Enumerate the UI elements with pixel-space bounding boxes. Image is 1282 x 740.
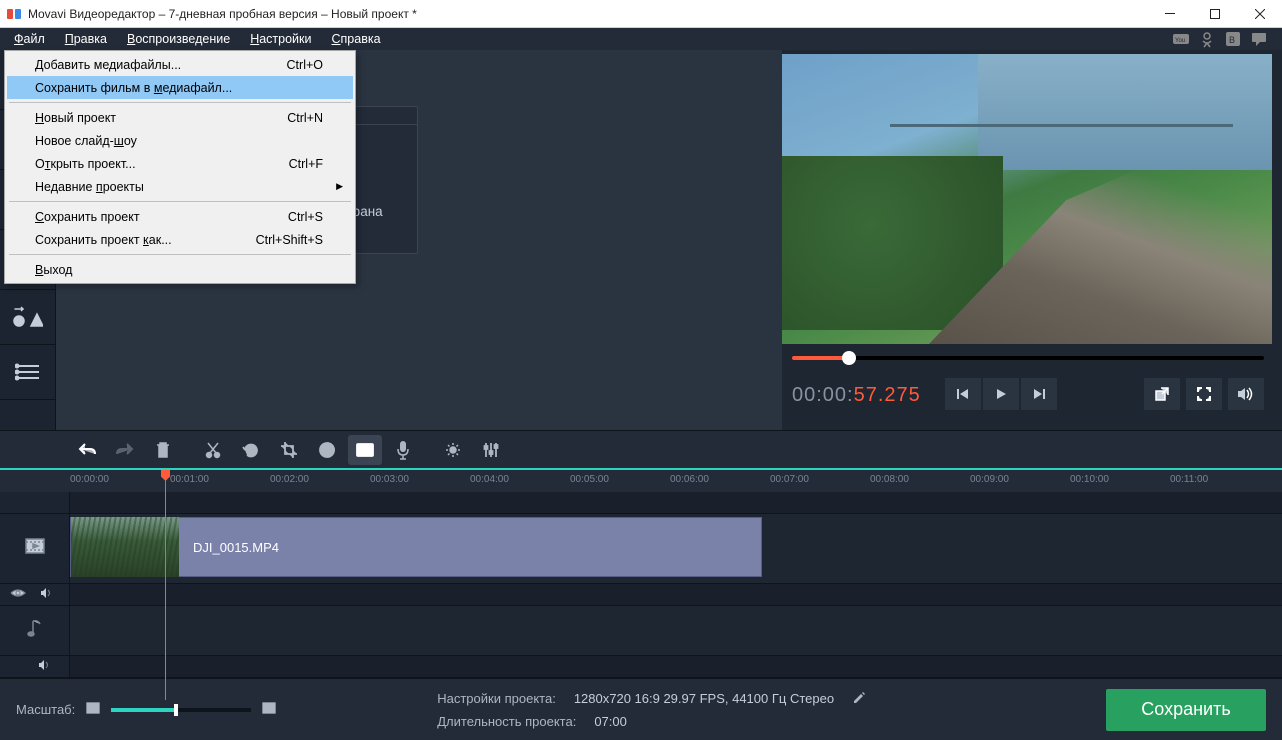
zoom-out-icon[interactable]	[85, 701, 101, 718]
mute-icon[interactable]	[38, 658, 52, 676]
close-button[interactable]	[1237, 0, 1282, 28]
menu-new-project[interactable]: Новый проектCtrl+N	[7, 106, 353, 129]
crop-button[interactable]	[272, 435, 306, 465]
menu-playback[interactable]: Воспроизведение	[117, 30, 240, 48]
project-duration-label: Длительность проекта:	[437, 714, 576, 729]
delete-button[interactable]	[146, 435, 180, 465]
fullscreen-button[interactable]	[1186, 378, 1222, 410]
ruler-mark: 00:02:00	[270, 474, 309, 485]
menu-file[interactable]: Файл	[4, 30, 55, 48]
ruler-mark: 00:03:00	[370, 474, 409, 485]
youtube-icon[interactable]: You	[1172, 30, 1190, 48]
odnoklassniki-icon[interactable]	[1198, 30, 1216, 48]
menu-new-slideshow[interactable]: Новое слайд-шоу	[7, 129, 353, 152]
color-button[interactable]	[310, 435, 344, 465]
zoom-slider[interactable]	[111, 708, 251, 712]
mute-icon[interactable]	[40, 586, 54, 604]
record-audio-button[interactable]	[386, 435, 420, 465]
redo-button[interactable]	[108, 435, 142, 465]
timecode: 00:00:57.275	[792, 382, 921, 407]
zoom-label: Масштаб:	[16, 702, 75, 717]
ruler-mark: 00:09:00	[970, 474, 1009, 485]
file-menu-dropdown: Добавить медиафайлы...Ctrl+O Сохранить ф…	[4, 50, 356, 284]
ruler-mark: 00:08:00	[870, 474, 909, 485]
menu-exit[interactable]: Выход	[7, 258, 353, 281]
clip-properties-button[interactable]	[348, 435, 382, 465]
prev-frame-button[interactable]	[945, 378, 981, 410]
video-track[interactable]: DJI_0015.MP4	[0, 514, 1282, 584]
clip-name: DJI_0015.MP4	[179, 540, 279, 555]
video-clip[interactable]: DJI_0015.MP4	[70, 517, 762, 577]
equalizer-button[interactable]	[474, 435, 508, 465]
menu-save-movie[interactable]: Сохранить фильм в медиафайл...	[7, 76, 353, 99]
sidebar-more[interactable]	[0, 345, 55, 400]
ruler-mark: 00:07:00	[770, 474, 809, 485]
timeline-tracks: DJI_0015.MP4	[0, 492, 1282, 678]
sidebar-shapes[interactable]	[0, 290, 55, 345]
menu-help[interactable]: Справка	[321, 30, 390, 48]
project-settings-label: Настройки проекта:	[437, 691, 556, 708]
undo-button[interactable]	[70, 435, 104, 465]
vk-icon[interactable]: B	[1224, 30, 1242, 48]
menu-settings[interactable]: Настройки	[240, 30, 321, 48]
status-bar: Масштаб: Настройки проекта: 1280x720 16:…	[0, 678, 1282, 740]
edit-settings-icon[interactable]	[852, 691, 866, 708]
ruler-mark: 00:00:00	[70, 474, 109, 485]
playhead[interactable]	[165, 470, 166, 700]
feedback-icon[interactable]	[1250, 30, 1268, 48]
ruler-mark: 00:01:00	[170, 474, 209, 485]
next-frame-button[interactable]	[1021, 378, 1057, 410]
zoom-in-icon[interactable]	[261, 701, 277, 718]
ruler-mark: 00:04:00	[470, 474, 509, 485]
music-track-icon	[26, 618, 44, 643]
track-settings-button[interactable]	[436, 435, 470, 465]
menu-recent-projects[interactable]: Недавние проекты▶	[7, 175, 353, 198]
preview-frame[interactable]	[782, 54, 1272, 344]
maximize-button[interactable]	[1192, 0, 1237, 28]
timeline-ruler[interactable]: 00:00:00 00:01:00 00:02:00 00:03:00 00:04:00…	[0, 470, 1282, 492]
menu-add-media[interactable]: Добавить медиафайлы...Ctrl+O	[7, 53, 353, 76]
audio-track[interactable]	[0, 606, 1282, 656]
ruler-mark: 00:05:00	[570, 474, 609, 485]
play-button[interactable]	[983, 378, 1019, 410]
preview-panel: 00:00:57.275	[782, 50, 1282, 430]
project-duration-value: 07:00	[594, 714, 627, 729]
window-title: Movavi Видеоредактор – 7-дневная пробная…	[28, 7, 1147, 21]
visibility-icon[interactable]	[10, 586, 26, 604]
project-settings-value: 1280x720 16:9 29.97 FPS, 44100 Гц Стерео	[574, 691, 834, 708]
cut-button[interactable]	[196, 435, 230, 465]
timeline-toolbar	[0, 430, 1282, 470]
menu-bar: Файл Правка Воспроизведение Настройки Сп…	[0, 28, 1282, 50]
ruler-mark: 00:06:00	[670, 474, 709, 485]
video-track-icon	[24, 537, 46, 560]
ruler-mark: 00:10:00	[1070, 474, 1109, 485]
save-button[interactable]: Сохранить	[1106, 689, 1266, 731]
detach-button[interactable]	[1144, 378, 1180, 410]
menu-save-project[interactable]: Сохранить проектCtrl+S	[7, 205, 353, 228]
app-icon	[6, 6, 22, 22]
preview-seekbar[interactable]	[792, 356, 1264, 360]
svg-text:B: B	[1229, 35, 1235, 45]
rotate-button[interactable]	[234, 435, 268, 465]
menu-open-project[interactable]: Открыть проект...Ctrl+F	[7, 152, 353, 175]
menu-save-project-as[interactable]: Сохранить проект как...Ctrl+Shift+S	[7, 228, 353, 251]
minimize-button[interactable]	[1147, 0, 1192, 28]
svg-text:You: You	[1175, 38, 1185, 44]
title-bar: Movavi Видеоредактор – 7-дневная пробная…	[0, 0, 1282, 28]
menu-edit[interactable]: Правка	[55, 30, 117, 48]
ruler-mark: 00:11:00	[1170, 474, 1208, 485]
volume-button[interactable]	[1228, 378, 1264, 410]
clip-thumbnail	[71, 517, 179, 577]
